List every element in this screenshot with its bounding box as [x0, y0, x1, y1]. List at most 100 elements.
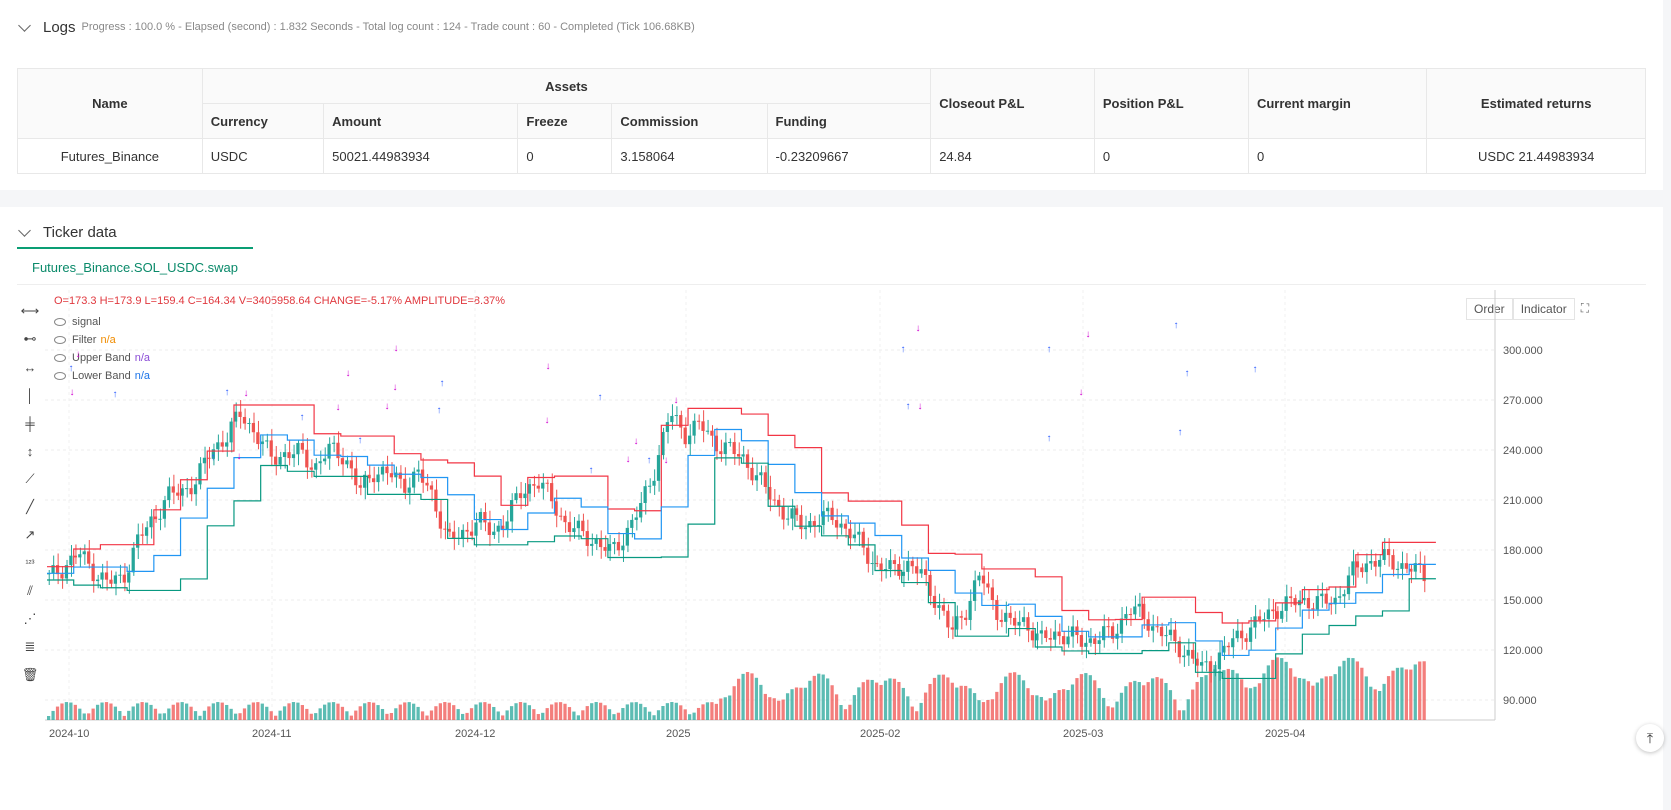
candle	[696, 420, 701, 422]
scroll-top-button[interactable]: ⤒	[1636, 724, 1664, 752]
candle	[305, 449, 309, 468]
volume-bar	[696, 707, 701, 720]
candle	[1030, 630, 1035, 641]
candle	[483, 511, 487, 523]
volume-bar	[1293, 676, 1297, 720]
volume-bar	[305, 708, 309, 720]
volume-bar	[323, 704, 327, 720]
volume-bar	[1061, 689, 1066, 720]
logs-header[interactable]: Logs Progress : 100.0 % - Elapsed (secon…	[16, 15, 695, 39]
volume-bar	[73, 704, 77, 720]
volume-bar	[438, 703, 442, 720]
ticker-header[interactable]: Ticker data	[16, 220, 117, 244]
ray-icon[interactable]: ↗	[18, 521, 42, 549]
candle	[371, 478, 376, 483]
volume-bar	[1128, 682, 1132, 720]
short-marker: ↓	[346, 368, 351, 379]
candle	[621, 545, 625, 551]
candle	[688, 435, 692, 445]
volume-bar	[723, 697, 727, 720]
volume-bar	[1133, 680, 1137, 720]
volume-bar	[1182, 710, 1186, 720]
candle	[1262, 619, 1266, 621]
volume-bar	[87, 713, 91, 720]
candle	[1395, 568, 1400, 570]
cell-currency: USDC	[201, 138, 325, 174]
candle	[990, 587, 994, 601]
candle	[741, 454, 745, 457]
fibonacci-icon[interactable]: ≣	[18, 633, 42, 661]
candle	[60, 574, 64, 579]
chevron-down-icon[interactable]	[18, 18, 31, 32]
candle	[478, 511, 483, 523]
vertical-line-icon[interactable]: │	[18, 381, 42, 409]
volume-bar	[1378, 691, 1382, 720]
candle	[1173, 629, 1177, 642]
candle	[149, 516, 153, 528]
volume-bar	[1311, 685, 1315, 720]
volume-bar	[55, 706, 60, 720]
candle	[140, 534, 144, 536]
vertical-segment-icon[interactable]: ╪	[18, 409, 42, 437]
volume-bar	[977, 700, 981, 720]
volume-bar	[661, 706, 665, 720]
volume-bar	[692, 712, 696, 720]
volume-bar	[1186, 699, 1190, 720]
price-chart[interactable]: ↑↑↑↑↑↑↑↑↑↑↑↑↑↑↑↑↑↑↑↓↓↓↓↓↓↓↓↓↓↓↓↓↓↓↓↓↓↓ 3…	[45, 290, 1605, 795]
volume-bar	[1244, 687, 1248, 720]
volume-bar	[260, 703, 264, 720]
volume-bar	[1324, 676, 1328, 720]
horizontal-line-icon[interactable]: ⟷	[18, 297, 42, 325]
candle	[1289, 596, 1293, 599]
candle	[452, 531, 456, 539]
logs-summary: Progress : 100.0 % - Elapsed (second) : …	[81, 21, 695, 33]
candle	[781, 506, 785, 520]
volume-bar	[1021, 680, 1026, 720]
candle	[523, 493, 527, 499]
volume-bar	[563, 703, 567, 720]
volume-bar	[256, 702, 260, 720]
parallel-channel-icon[interactable]: ⫽	[18, 577, 42, 605]
candle	[1008, 612, 1012, 618]
cell-margin: 0	[1247, 138, 1428, 174]
volume-bar	[1400, 667, 1404, 720]
horizontal-segment-icon[interactable]: ↔	[18, 353, 42, 381]
volume-bar	[1422, 661, 1426, 720]
volume-bar	[1084, 673, 1088, 720]
volume-bar	[852, 695, 856, 720]
candle	[282, 452, 287, 458]
pitchfork-icon[interactable]: ⋰	[18, 605, 42, 633]
volume-bar	[1159, 678, 1164, 720]
trend-segment-icon[interactable]: ╱	[18, 493, 42, 521]
trend-line-icon[interactable]: ⟋	[18, 465, 42, 493]
volume-bar	[972, 693, 977, 720]
volume-bar	[300, 705, 304, 720]
tab-divider	[17, 284, 1646, 285]
volume-bar	[1204, 675, 1208, 720]
horizontal-ray-icon[interactable]: ⊷	[18, 325, 42, 353]
short-marker: ↓	[385, 401, 390, 412]
long-marker: ↑	[1174, 320, 1179, 331]
cell-freeze: 0	[517, 138, 613, 174]
volume-bar	[1240, 679, 1244, 720]
volume-bar	[1004, 676, 1008, 720]
volume-bar	[1391, 670, 1395, 720]
candle	[750, 467, 754, 481]
candle	[296, 442, 300, 455]
volume-bar	[897, 681, 901, 720]
candle	[403, 478, 407, 493]
volume-bar	[509, 706, 514, 720]
volume-bar	[714, 703, 718, 720]
short-marker: ↓	[336, 402, 341, 413]
chevron-down-icon[interactable]	[18, 223, 31, 237]
candle	[1391, 555, 1395, 570]
tab-sol-usdc[interactable]: Futures_Binance.SOL_USDC.swap	[17, 247, 253, 285]
trash-icon[interactable]: 🗑	[18, 661, 42, 689]
short-marker: ↓	[1086, 329, 1091, 340]
long-marker: ↑	[598, 392, 603, 403]
y-tick-label: 210.000	[1503, 495, 1543, 507]
candle	[358, 485, 362, 488]
price-label-icon[interactable]: ¹²³	[18, 549, 42, 577]
candle	[389, 473, 394, 478]
vertical-ray-icon[interactable]: ↕	[18, 437, 42, 465]
